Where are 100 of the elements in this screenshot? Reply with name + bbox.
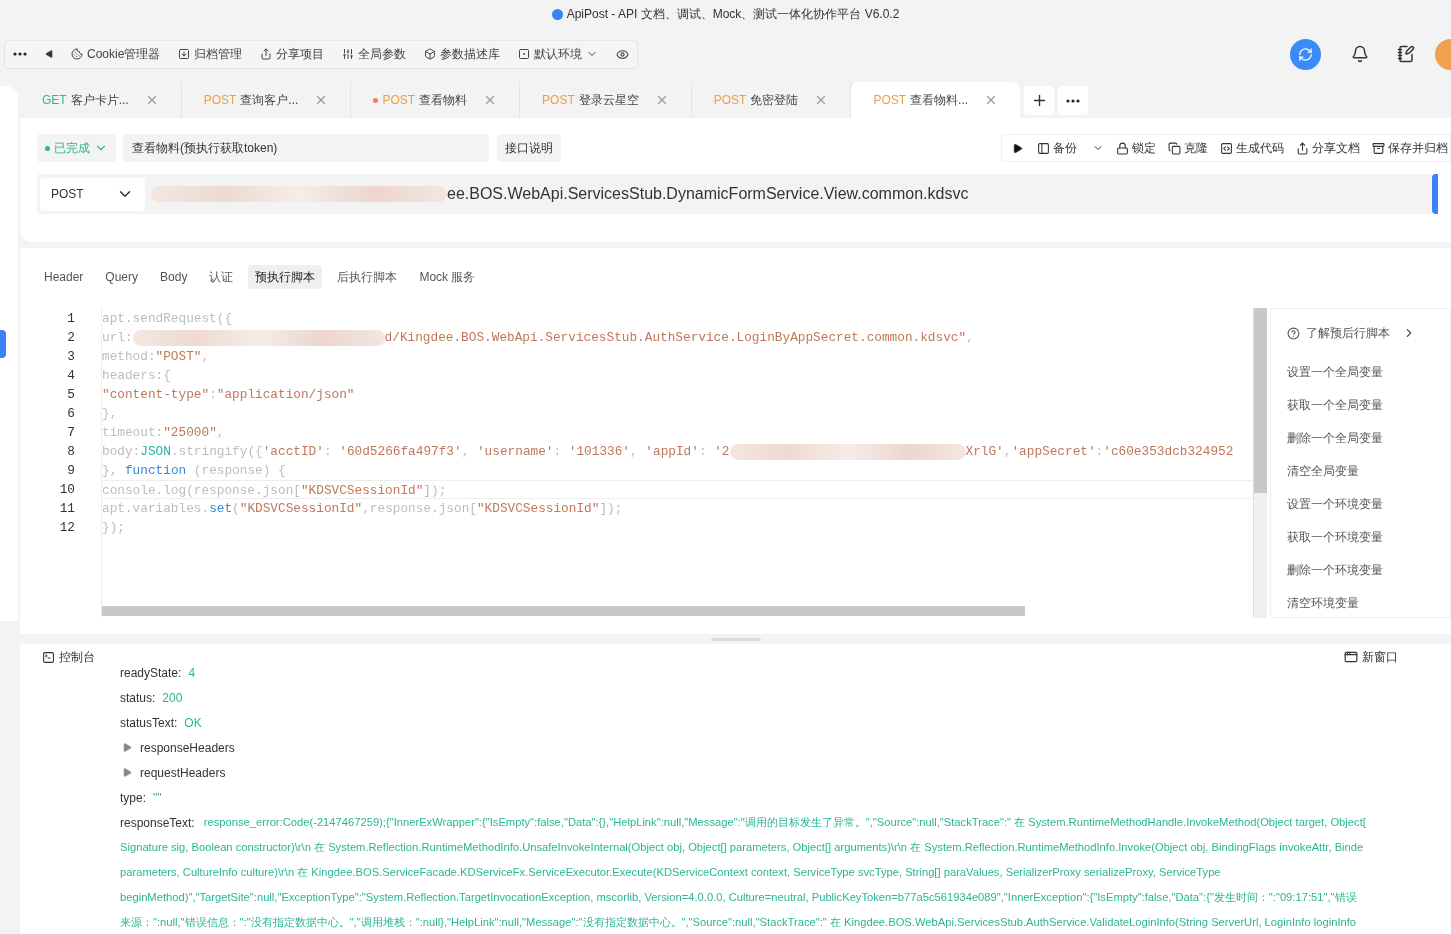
eye-icon[interactable] [616, 47, 630, 61]
side-indicator [0, 330, 6, 358]
sync-button[interactable] [1290, 38, 1321, 70]
action-button[interactable]: 克隆 [1168, 139, 1208, 157]
section-tab[interactable]: Query [98, 265, 146, 289]
method-select[interactable]: POST [40, 177, 145, 211]
snippet-item[interactable]: 设置一个环境变量 [1287, 488, 1383, 521]
tab-title: 查看物料... [910, 92, 969, 109]
notes-icon[interactable] [1397, 45, 1415, 63]
toolbar-button[interactable]: 默认环境 [518, 45, 599, 63]
archive-icon [1372, 141, 1385, 155]
snippet-item[interactable]: 获取一个环境变量 [1287, 521, 1383, 554]
code-icon [1220, 141, 1233, 155]
back-icon[interactable] [45, 50, 53, 58]
code-line: method:"POST", [102, 348, 211, 366]
expand-arrow-icon[interactable] [123, 768, 132, 777]
console-key: statusText: [120, 713, 178, 732]
line-number: 1 [66, 310, 75, 328]
sliders-icon [342, 48, 355, 60]
cookie-icon [71, 48, 83, 60]
method-label: POST [382, 92, 416, 109]
code-line: timeout:"25000", [102, 424, 226, 442]
snippet-item[interactable]: 设置一个全局变量 [1287, 356, 1383, 389]
avatar[interactable] [1435, 38, 1451, 70]
toolbar-button[interactable]: Cookie管理器 [71, 45, 161, 63]
help-link[interactable]: 了解预后行脚本 [1306, 324, 1390, 342]
toolbar-button[interactable]: 分享项目 [260, 45, 325, 63]
vertical-scrollbar[interactable] [1254, 308, 1267, 493]
tab-title: 登录云星空 [578, 92, 639, 109]
more-icon [1066, 98, 1081, 103]
code-line: console.log(response.json["KDSVCSessionId"]); [102, 480, 1253, 499]
code-line: body:JSON.stringify({'acctID': '60d5266fa497f3', 'username': '101336', 'appId': '2 XrlG','appSecret':'c60e353dcb324952 [102, 442, 1235, 461]
help-icon [1287, 326, 1300, 340]
section-tab[interactable]: Mock 服务 [412, 265, 483, 289]
method-label: POST [873, 92, 907, 109]
line-number: 2 [66, 329, 75, 347]
expand-arrow-icon[interactable] [123, 743, 132, 752]
line-number: 6 [66, 405, 75, 423]
toolbar-button[interactable]: 全局参数 [342, 45, 407, 63]
snippet-item[interactable]: 清空环境变量 [1287, 587, 1359, 620]
code-line: apt.variables.set("KDSVCSessionId",response.json["KDSVCSessionId"]); [102, 500, 624, 518]
section-tab[interactable]: Body [153, 265, 195, 289]
tab-title: 查询客户... [240, 92, 299, 109]
more-icon[interactable] [13, 52, 27, 56]
console-value: beginMethod)","TargetSite":null,"ExceptionType":"System.Reflection.TargetInvocationException, mscorlib, Version=4.0.0.0, Culture=neutral, PublicKeyToken=b77a5c561934e089","InnerException":{"IsEmpty":false,"Data":{"发生时间：":"09:17:51","错误 [120, 890, 1357, 906]
line-number: 9 [66, 462, 75, 480]
action-button[interactable]: 保存并归档 [1372, 139, 1448, 157]
section-tab[interactable]: 后执行脚本 [330, 265, 405, 289]
tab-title: 查看物料 [419, 92, 468, 109]
send-button[interactable] [1432, 174, 1438, 214]
code-line: }, function (response) { [102, 462, 287, 480]
code-line: url: d/Kingdee.BOS.WebApi.ServicesStub.AuthService.LoginByAppSecret.common.kdsvc", [102, 328, 975, 347]
bell-icon[interactable] [1351, 45, 1369, 63]
console-value: 4 [188, 664, 196, 682]
console-key: responseText: [120, 813, 195, 832]
console-value: response_error:Code(-2147467259);{"InnerExWrapper":{"IsEmpty":false,"Data":{},"HelpLink":null,"Message":"调用的目标发生了异常。","Source":null,"StackTrace":" 在 System.RuntimeMethodHandle.InvokeMethod(Object target, Object[ [203, 815, 1366, 831]
new-window-button[interactable]: 新窗口 [1344, 648, 1398, 666]
section-tab[interactable]: 认证 [202, 265, 241, 289]
lock-icon [1116, 141, 1129, 155]
snippet-item[interactable]: 删除一个全局变量 [1287, 422, 1383, 455]
copy-icon [1168, 141, 1181, 155]
console-value: OK [184, 714, 202, 732]
console-key: responseHeaders [140, 738, 235, 757]
share-icon [260, 48, 273, 60]
console-key: type: [120, 788, 146, 807]
code-line: }); [102, 519, 126, 537]
action-button[interactable]: 生成代码 [1220, 139, 1284, 157]
console-key: readyState: [120, 663, 182, 682]
window-icon [1344, 650, 1358, 664]
console-value: "" [153, 789, 162, 807]
line-number: 7 [66, 424, 75, 442]
line-number: 4 [66, 367, 75, 385]
action-button[interactable]: 备份 [1037, 139, 1104, 157]
name-field[interactable]: 查看物料(预执行获取token) [123, 134, 489, 162]
console-value: 来源：":null,"错误信息：":"没有指定数据中心。","调用堆栈：":null},"HelpLink":null,"Message":"没有指定数据中心。","Source":null,"StackTrace":" 在 Kingdee.BOS.WebApi.ServicesStub.AuthService.ValidateLoginInfo(String ServerUrl, LoginInfo loginInfo [120, 915, 1357, 931]
toolbar-button[interactable]: 归档管理 [178, 45, 243, 63]
doc-button[interactable]: 接口说明 [497, 134, 561, 162]
console-title: 控制台 [59, 649, 95, 666]
panel-icon [1037, 141, 1050, 155]
url-field[interactable]: ee.BOS.WebApi.ServicesStub.DynamicFormService.View.common.kdsvc [145, 182, 1418, 206]
share-icon [1296, 141, 1309, 155]
action-button[interactable]: 分享文档 [1296, 139, 1360, 157]
toolbar-button[interactable]: 参数描述库 [424, 45, 501, 63]
action-button[interactable]: 锁定 [1116, 139, 1156, 157]
section-tab[interactable]: 预执行脚本 [248, 265, 323, 289]
method-label: POST [542, 92, 575, 109]
section-tab[interactable]: Header [37, 265, 91, 289]
line-number: 11 [58, 500, 75, 518]
line-number: 8 [66, 443, 75, 461]
sync-icon [1298, 46, 1313, 62]
snippet-item[interactable]: 清空全局变量 [1287, 455, 1359, 488]
snippet-item[interactable]: 删除一个环境变量 [1287, 554, 1383, 587]
new-tab-button[interactable] [1024, 86, 1055, 115]
play-icon[interactable] [1012, 142, 1023, 154]
line-number: 5 [66, 386, 75, 404]
terminal-icon [42, 650, 55, 664]
snippet-item[interactable]: 获取一个全局变量 [1287, 389, 1383, 422]
console-value: Signature sig, Boolean constructor)\r\n 在 System.Reflection.RuntimeMethodInfo.UnsafeInvokeInternal(Object obj, Object[] parameters, Object[] arguments)\r\n 在 System.Reflection.RuntimeMethodInfo.Invoke(Object obj, BindingFlags invokeAttr, Binde [120, 840, 1364, 856]
code-line: apt.sendRequest({ [102, 310, 234, 328]
request-tab[interactable]: POST 查看物料... [851, 82, 1021, 118]
